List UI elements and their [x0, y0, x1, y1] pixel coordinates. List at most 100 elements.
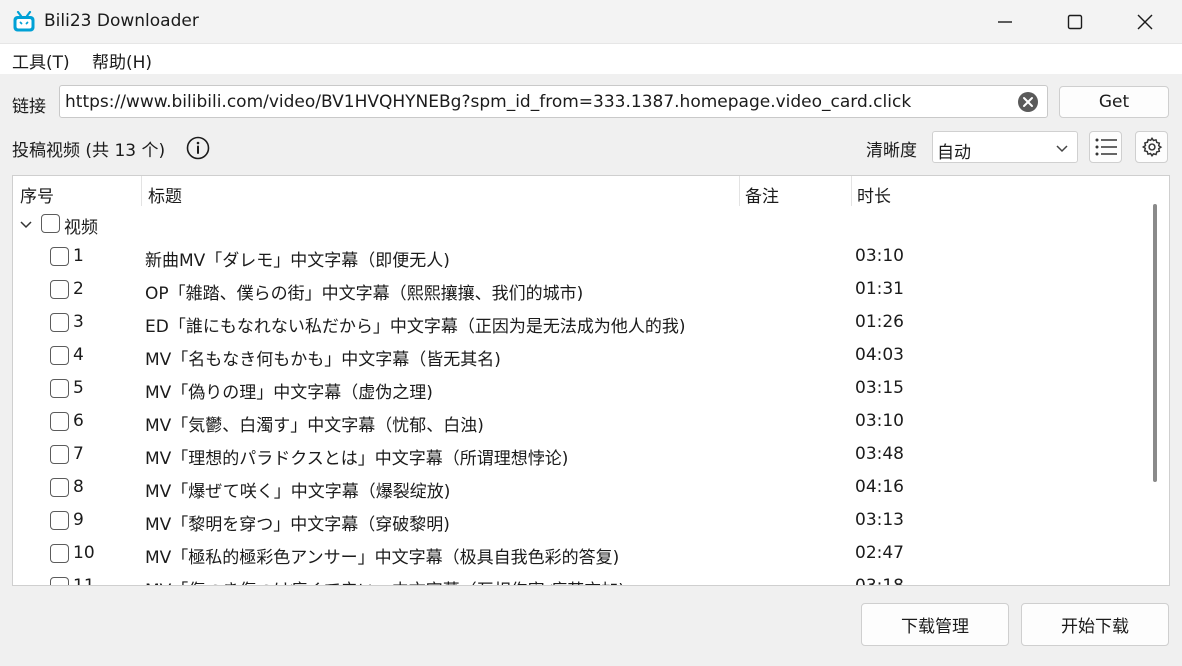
table-row[interactable]: 9 MV「黎明を穿つ」中文字幕（穿破黎明) 03:13 — [13, 505, 1141, 538]
row-title: MV「爆ぜて咲く」中文字幕（爆裂绽放) — [145, 482, 451, 502]
row-index: 3 — [73, 312, 84, 332]
row-index: 7 — [73, 444, 84, 464]
download-manager-button[interactable]: 下载管理 — [861, 603, 1009, 646]
quality-label: 清晰度 — [866, 141, 917, 161]
row-index: 1 — [73, 246, 84, 266]
info-icon[interactable] — [186, 136, 210, 160]
row-title: 新曲MV「ダレモ」中文字幕（即便无人) — [145, 251, 450, 271]
list-icon — [1095, 138, 1117, 156]
table-row[interactable]: 2 OP「雑踏、僕らの街」中文字幕（熙熙攘攘、我们的城市) 01:31 — [13, 274, 1141, 307]
row-duration: 03:18 — [855, 576, 904, 586]
quality-select[interactable]: 自动 — [932, 131, 1078, 163]
column-header-note[interactable]: 备注 — [745, 182, 779, 207]
row-checkbox[interactable] — [50, 280, 69, 299]
row-index: 11 — [73, 576, 95, 586]
url-input[interactable]: https://www.bilibili.com/video/BV1HVQHYN… — [59, 85, 1048, 118]
minimize-button[interactable] — [970, 0, 1040, 44]
group-label: 视频 — [64, 218, 98, 238]
table-body: 视频 1 新曲MV「ダレモ」中文字幕（即便无人) 03:10 2 OP「雑踏、僕… — [13, 208, 1141, 586]
row-title: MV「名もなき何もかも」中文字幕（皆无其名) — [145, 350, 501, 370]
maximize-button[interactable] — [1040, 0, 1110, 44]
row-checkbox[interactable] — [50, 379, 69, 398]
chevron-down-icon[interactable] — [19, 219, 33, 231]
group-checkbox[interactable] — [41, 214, 60, 233]
table-header: 序号 标题 备注 时长 — [13, 176, 1141, 208]
menu-bar: 工具(T) 帮助(H) — [0, 44, 1182, 74]
close-button[interactable] — [1110, 0, 1180, 44]
url-input-value[interactable]: https://www.bilibili.com/video/BV1HVQHYN… — [65, 92, 911, 112]
scrollbar-thumb[interactable] — [1153, 204, 1157, 482]
row-index: 8 — [73, 477, 84, 497]
column-divider — [141, 176, 142, 206]
column-header-duration[interactable]: 时长 — [857, 182, 891, 207]
column-header-title[interactable]: 标题 — [148, 182, 182, 207]
row-index: 10 — [73, 543, 95, 563]
row-duration: 04:03 — [855, 345, 904, 365]
link-label: 链接 — [12, 97, 46, 117]
get-button[interactable]: Get — [1059, 86, 1169, 118]
row-title: MV「黎明を穿つ」中文字幕（穿破黎明) — [145, 515, 450, 535]
maximize-icon — [1067, 14, 1083, 30]
row-checkbox[interactable] — [50, 313, 69, 332]
row-duration: 01:31 — [855, 279, 904, 299]
minimize-icon — [998, 21, 1012, 23]
row-index: 2 — [73, 279, 84, 299]
vertical-scrollbar[interactable] — [1141, 176, 1169, 585]
row-index: 6 — [73, 411, 84, 431]
title-bar: Bili23 Downloader — [0, 0, 1182, 44]
row-duration: 03:10 — [855, 246, 904, 266]
row-index: 4 — [73, 345, 84, 365]
row-title: MV「極私的極彩色アンサー」中文字幕（极具自我色彩的答复) — [145, 548, 620, 568]
table-row[interactable]: 8 MV「爆ぜて咲く」中文字幕（爆裂绽放) 04:16 — [13, 472, 1141, 505]
row-title: MV「傷つき傷つけ痛くて辛い」中文字幕（互相伤害 痛苦交加) — [145, 576, 625, 585]
video-count-label: 投稿视频 (共 13 个) — [12, 141, 166, 161]
row-title: OP「雑踏、僕らの街」中文字幕（熙熙攘攘、我们的城市) — [145, 284, 584, 304]
menu-tools[interactable]: 工具(T) — [12, 48, 70, 73]
bilibili-tv-icon — [13, 11, 35, 32]
table-row[interactable]: 5 MV「偽りの理」中文字幕（虚伪之理) 03:15 — [13, 373, 1141, 406]
table-row[interactable]: 10 MV「極私的極彩色アンサー」中文字幕（极具自我色彩的答复) 02:47 — [13, 538, 1141, 571]
gear-icon — [1141, 136, 1162, 157]
table-row[interactable]: 6 MV「気鬱、白濁す」中文字幕（忧郁、白浊) 03:10 — [13, 406, 1141, 439]
clear-circle-icon[interactable] — [1017, 91, 1039, 113]
window-title: Bili23 Downloader — [44, 11, 199, 31]
column-header-index[interactable]: 序号 — [20, 182, 54, 207]
column-divider — [739, 176, 740, 206]
row-title: MV「気鬱、白濁す」中文字幕（忧郁、白浊) — [145, 416, 484, 436]
quality-select-value: 自动 — [937, 143, 971, 163]
row-title: ED「誰にもなれない私だから」中文字幕（正因为是无法成为他人的我) — [145, 317, 686, 337]
row-title: MV「理想的パラドクスとは」中文字幕（所谓理想悖论) — [145, 449, 569, 469]
table-row[interactable]: 3 ED「誰にもなれない私だから」中文字幕（正因为是无法成为他人的我) 01:2… — [13, 307, 1141, 340]
group-row-video[interactable]: 视频 — [13, 208, 1141, 241]
row-checkbox[interactable] — [50, 412, 69, 431]
row-duration: 02:47 — [855, 543, 904, 563]
row-checkbox[interactable] — [50, 577, 69, 585]
column-divider — [851, 176, 852, 206]
chevron-down-icon — [1056, 145, 1068, 153]
row-checkbox[interactable] — [50, 478, 69, 497]
menu-help[interactable]: 帮助(H) — [92, 48, 152, 73]
table-row[interactable]: 11 MV「傷つき傷つけ痛くて辛い」中文字幕（互相伤害 痛苦交加) 03:18 — [13, 571, 1141, 586]
row-index: 5 — [73, 378, 84, 398]
row-title: MV「偽りの理」中文字幕（虚伪之理) — [145, 383, 433, 403]
row-duration: 01:26 — [855, 312, 904, 332]
close-icon — [1137, 14, 1153, 30]
settings-button[interactable] — [1135, 131, 1168, 163]
table-row[interactable]: 4 MV「名もなき何もかも」中文字幕（皆无其名) 04:03 — [13, 340, 1141, 373]
row-checkbox[interactable] — [50, 511, 69, 530]
row-checkbox[interactable] — [50, 247, 69, 266]
row-checkbox[interactable] — [50, 346, 69, 365]
row-duration: 03:15 — [855, 378, 904, 398]
list-view-button[interactable] — [1089, 131, 1122, 163]
row-checkbox[interactable] — [50, 445, 69, 464]
row-checkbox[interactable] — [50, 544, 69, 563]
row-index: 9 — [73, 510, 84, 530]
row-duration: 04:16 — [855, 477, 904, 497]
table-row[interactable]: 1 新曲MV「ダレモ」中文字幕（即便无人) 03:10 — [13, 241, 1141, 274]
row-duration: 03:13 — [855, 510, 904, 530]
table-row[interactable]: 7 MV「理想的パラドクスとは」中文字幕（所谓理想悖论) 03:48 — [13, 439, 1141, 472]
video-list-table: 序号 标题 备注 时长 视频 1 新曲MV「ダレモ」中文字幕（即便无人) 03:… — [12, 175, 1170, 586]
row-duration: 03:10 — [855, 411, 904, 431]
start-download-button[interactable]: 开始下载 — [1021, 603, 1169, 646]
row-duration: 03:48 — [855, 444, 904, 464]
